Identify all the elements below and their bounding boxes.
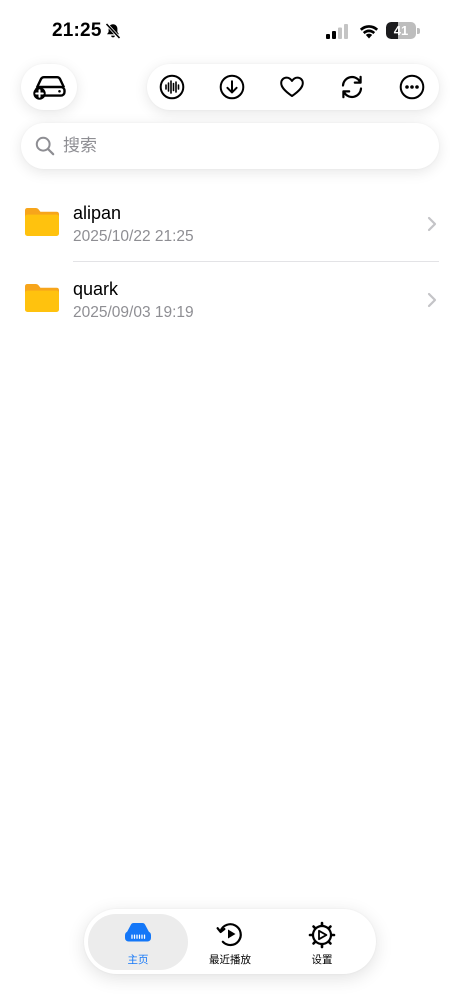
file-date: 2025/10/22 21:25 <box>73 228 194 245</box>
favorites-button[interactable] <box>269 64 315 110</box>
more-button[interactable] <box>389 64 435 110</box>
status-time: 21:25 <box>52 20 102 41</box>
cellular-signal-icon <box>326 24 348 39</box>
chevron-right-icon <box>427 216 437 232</box>
app-screen: 21:25 41 搜索 alipan 2025/10/22 21:25 quar… <box>0 0 460 999</box>
battery-icon: 41 <box>386 22 420 39</box>
folder-icon <box>25 284 59 312</box>
file-row-alipan[interactable]: alipan 2025/10/22 21:25 <box>0 186 460 262</box>
drive-icon <box>125 923 151 942</box>
settings-icon <box>308 921 336 949</box>
more-icon <box>399 74 425 100</box>
file-name: quark <box>73 279 119 299</box>
tab-bar: 主页 最近播放 设置 <box>84 909 376 974</box>
tab-recent-play[interactable]: 最近播放 <box>182 909 278 974</box>
folder-icon <box>25 208 59 236</box>
tab-label: 设置 <box>311 954 333 966</box>
sync-icon <box>341 75 363 99</box>
download-icon <box>219 74 245 100</box>
status-bar: 21:25 41 <box>0 0 460 62</box>
wifi-icon <box>359 25 379 39</box>
battery-level: 41 <box>393 23 409 38</box>
file-name: alipan <box>73 203 122 223</box>
tab-label: 主页 <box>127 954 149 966</box>
file-date: 2025/09/03 19:19 <box>73 304 194 321</box>
search-bar[interactable] <box>21 123 439 169</box>
search-input[interactable] <box>63 131 423 161</box>
tab-label: 最近播放 <box>209 954 251 966</box>
add-drive-icon <box>26 64 72 110</box>
chevron-right-icon <box>427 292 437 308</box>
audio-wave-icon <box>159 74 185 100</box>
search-icon <box>35 136 55 156</box>
download-button[interactable] <box>209 64 255 110</box>
actions-toolbar <box>147 64 439 110</box>
file-row-quark[interactable]: quark 2025/09/03 19:19 <box>0 262 460 338</box>
file-list: alipan 2025/10/22 21:25 quark 2025/09/03… <box>0 186 460 338</box>
sync-button[interactable] <box>329 64 375 110</box>
bell-muted-icon <box>105 22 121 40</box>
add-drive-button[interactable] <box>21 64 77 110</box>
tab-settings[interactable]: 设置 <box>274 909 370 974</box>
heart-icon <box>280 76 304 97</box>
audio-wave-button[interactable] <box>149 64 195 110</box>
tab-home[interactable]: 主页 <box>90 909 186 974</box>
recent-play-icon <box>216 923 242 947</box>
